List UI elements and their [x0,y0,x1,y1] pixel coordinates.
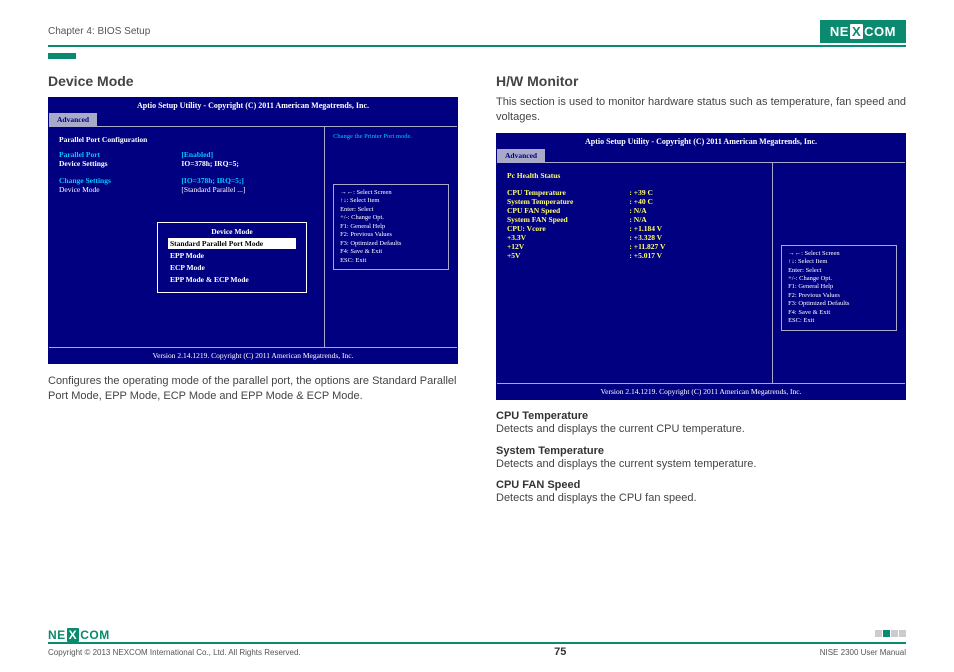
page-footer: NEXCOM Copyright © 2013 NEXCOM Internati… [48,642,906,658]
page-number: 75 [554,646,566,658]
hw-label: CPU: Vcore [507,224,629,233]
entry-heading: CPU Temperature [496,410,906,422]
bios-tabs: Advanced [49,113,457,126]
right-column: H/W Monitor This section is used to moni… [496,73,906,514]
hw-label: +3.3V [507,233,629,242]
entry-desc: Detects and displays the CPU fan speed. [496,491,906,506]
pane-heading: Parallel Port Configuration [59,135,314,144]
hw-value: : +40 C [629,197,762,206]
hw-value: : +5.017 V [629,251,762,260]
hw-label: CPU Temperature [507,188,629,197]
bios-left-pane: Pc Health Status CPU Temperature: +39 C … [497,163,773,383]
hw-label: +5V [507,251,629,260]
bios-title: Aptio Setup Utility - Copyright (C) 2011… [49,98,457,113]
row-value[interactable]: [Enabled] [181,150,314,159]
help-keys: →←: Select Screen ↑↓: Select Item Enter:… [781,245,897,331]
hw-label: CPU FAN Speed [507,206,629,215]
help-keys: →←: Select Screen ↑↓: Select Item Enter:… [333,184,449,270]
row-label: Device Settings [59,159,181,168]
tab-advanced[interactable]: Advanced [497,149,545,162]
popup-option-selected[interactable]: Standard Parallel Port Mode [168,238,296,249]
device-mode-heading: Device Mode [48,73,458,89]
row-value[interactable]: [Standard Parallel ...] [181,185,314,194]
hw-value: : +11.827 V [629,242,762,251]
bios-left-pane: Parallel Port Configuration Parallel Por… [49,127,325,347]
pane-heading: Pc Health Status [507,171,762,180]
chapter-label: Chapter 4: BIOS Setup [48,26,150,37]
row-label[interactable]: Device Mode [59,185,181,194]
row-label[interactable]: Change Settings [59,176,181,185]
hw-monitor-heading: H/W Monitor [496,73,906,89]
row-value[interactable]: [IO=378h; IRQ=5;] [181,176,314,185]
hw-monitor-intro: This section is used to monitor hardware… [496,95,906,125]
footer-squares-icon [875,630,906,637]
left-column: Device Mode Aptio Setup Utility - Copyri… [48,73,458,514]
row-label[interactable]: Parallel Port [59,150,181,159]
hw-value: : +3.328 V [629,233,762,242]
tab-advanced[interactable]: Advanced [49,113,97,126]
help-hint: Change the Printer Port mode. [333,133,449,140]
hw-label: +12V [507,242,629,251]
bios-footer: Version 2.14.1219. Copyright (C) 2011 Am… [49,347,457,363]
popup-option[interactable]: EPP Mode [168,250,296,261]
entry-heading: CPU FAN Speed [496,479,906,491]
row-value: IO=378h; IRQ=5; [181,159,314,168]
bios-screen-device-mode: Aptio Setup Utility - Copyright (C) 2011… [48,97,458,364]
device-mode-popup: Device Mode Standard Parallel Port Mode … [157,222,307,293]
hw-label: System FAN Speed [507,215,629,224]
hw-value: : +39 C [629,188,762,197]
manual-name: NISE 2300 User Manual [820,648,906,657]
entry-desc: Detects and displays the current CPU tem… [496,422,906,437]
bios-title: Aptio Setup Utility - Copyright (C) 2011… [497,134,905,149]
accent-bar [48,53,76,59]
popup-option[interactable]: EPP Mode & ECP Mode [168,274,296,285]
hw-value: : N/A [629,215,762,224]
hw-label: System Temperature [507,197,629,206]
hw-value: : N/A [629,206,762,215]
brand-logo: NEXCOM [820,20,906,43]
popup-option[interactable]: ECP Mode [168,262,296,273]
bios-right-pane: →←: Select Screen ↑↓: Select Item Enter:… [773,163,905,383]
footer-logo: NEXCOM [48,628,110,642]
popup-title: Device Mode [168,227,296,236]
bios-screen-hw-monitor: Aptio Setup Utility - Copyright (C) 2011… [496,133,906,400]
entry-desc: Detects and displays the current system … [496,457,906,472]
device-mode-desc: Configures the operating mode of the par… [48,374,458,404]
entry-heading: System Temperature [496,445,906,457]
copyright: Copyright © 2013 NEXCOM International Co… [48,648,301,657]
page-header: Chapter 4: BIOS Setup NEXCOM [48,20,906,47]
bios-right-pane: Change the Printer Port mode. →←: Select… [325,127,457,347]
hw-value: : +1.184 V [629,224,762,233]
bios-footer: Version 2.14.1219. Copyright (C) 2011 Am… [497,383,905,399]
